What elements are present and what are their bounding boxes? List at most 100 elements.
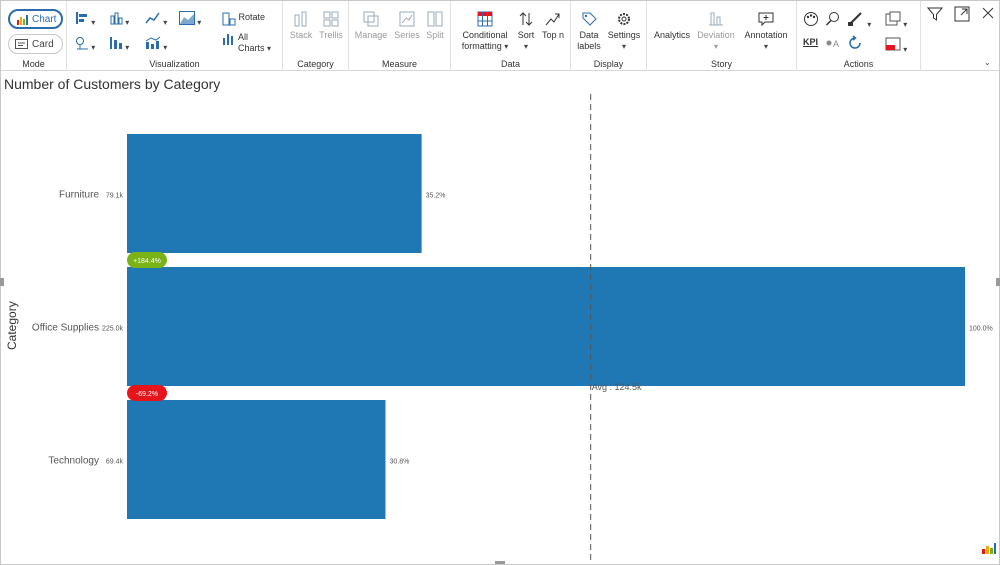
sort-label: Sort [517,30,535,40]
line-chart-type-button[interactable]: ▾ [145,11,167,28]
ribbon-toolbar: Chart Card Mode ▾ ▾ ▾ ▾ ▾ ▾ ▾ Rotate All… [1,1,999,71]
deviation-icon [709,12,723,26]
actions-group-label: Actions [843,59,874,69]
trellis-button[interactable]: Trellis [317,11,345,41]
rotate-button[interactable]: Rotate [222,12,265,29]
palette-icon [804,12,818,26]
line-chart-icon [145,12,160,24]
brush-button[interactable]: ▾ [847,11,871,30]
close-icon [982,7,994,19]
area-chart-type-button[interactable]: ▾ [179,11,201,28]
annotation-label: Annotation [744,30,788,40]
brush-icon [848,12,862,26]
chevron-down-icon: ▾ [763,42,768,51]
chevron-down-icon: ▾ [89,18,96,27]
pdf-icon [885,37,901,51]
series-button[interactable]: Series [393,11,421,41]
category-tick-label: Furniture [59,190,99,201]
refresh-button[interactable] [847,35,863,54]
chevron-down-icon: ▾ [195,18,202,27]
story-group-label: Story [710,59,732,69]
chevron-down-icon: ▾ [523,42,528,51]
top-n-label: Top n [541,30,565,40]
average-label: Avg : 124.5k [592,382,642,392]
bar-office-supplies [127,267,965,386]
value-label: 79.1k [106,193,124,200]
story-group: Analytics Deviation ▾ Annotation ▾ Story [647,1,797,71]
chevron-down-icon: ⌄ [984,58,991,67]
manage-button[interactable]: Manage [353,11,389,41]
conditional-formatting-button[interactable]: Conditional formatting ▾ [455,11,515,52]
resize-handle-bottom[interactable] [495,561,505,564]
map-chart-type-button[interactable]: ▾ [75,36,95,53]
brand-logo [982,541,996,559]
combo-chart-icon [145,36,161,49]
export-button[interactable]: ▾ [885,11,907,30]
bar-furniture [127,134,422,253]
series-icon [399,11,415,27]
chart-mode-label: Chart [32,13,57,25]
measure-group-label: Measure [381,59,417,69]
stacked-chart-type-button[interactable]: ▾ [109,36,129,53]
series-label: Series [394,30,420,40]
percent-label: 30.8% [389,459,409,466]
expand-button[interactable] [954,6,970,25]
sort-icon [519,12,533,26]
split-button[interactable]: Split [423,11,447,41]
data-labels-button[interactable]: Data labels [575,11,603,52]
card-icon [15,39,28,49]
export-icon [885,11,901,26]
rotate-label: Rotate [238,12,266,22]
actions-group: ▾ KPI A ▾ ▾ Actions [797,1,921,71]
sort-button[interactable]: Sort ▾ [515,11,537,52]
chevron-down-icon: ▾ [161,18,168,27]
filter-button[interactable] [926,6,944,25]
card-mode-label: Card [32,38,54,50]
annotation-button[interactable]: Annotation ▾ [741,11,791,52]
category-tick-label: Technology [48,456,99,467]
deviation-button[interactable]: Deviation ▾ [695,11,737,52]
pdf-export-button[interactable]: ▾ [885,36,907,55]
chevron-down-icon: ▾ [89,43,96,52]
kpi-button[interactable]: KPI [803,37,818,48]
split-label: Split [426,30,444,40]
conditional-label-1: Conditional [462,30,508,40]
top-n-button[interactable]: Top n [539,11,567,41]
combo-chart-type-button[interactable]: ▾ [145,36,167,53]
column-chart-type-button[interactable]: ▾ [109,11,129,28]
measure-group: Manage Series Split Measure [349,1,451,71]
card-mode-button[interactable]: Card [8,34,63,54]
category-tick-label: Office Supplies [32,323,99,334]
chevron-down-icon: ▾ [504,42,509,51]
stacked-column-icon [110,37,122,49]
search-button[interactable] [825,11,841,30]
analytics-button[interactable]: Analytics [651,11,693,41]
top-n-icon [545,13,560,26]
bar-chart: Furniture 79.1k 35.2% Office Supplies 225.0k… [32,94,993,560]
collapse-ribbon-button[interactable]: ⌄ [984,57,991,68]
data-labels-label-2: labels [577,41,601,51]
analytics-icon [664,11,680,27]
deviation-label: Deviation [697,30,735,40]
bar-chart-type-button[interactable]: ▾ [75,11,95,28]
trellis-icon [323,11,339,27]
value-label: 225.0k [102,326,124,333]
resize-handle-right[interactable] [996,278,1000,286]
stack-icon [294,11,307,27]
svg-text:A: A [833,39,839,49]
close-button[interactable] [981,6,995,23]
bar-chart-icon [17,15,28,25]
chart-mode-button[interactable]: Chart [8,9,63,29]
visualization-group-label: Visualization [149,59,200,69]
palette-button[interactable] [803,11,819,30]
settings-button[interactable]: Settings ▾ [605,11,643,52]
area-chart-icon [179,11,195,25]
stack-button[interactable]: Stack [288,11,314,41]
visualization-group: ▾ ▾ ▾ ▾ ▾ ▾ ▾ Rotate All Charts ▾ Visual… [67,1,283,71]
data-group: Conditional formatting ▾ Sort ▾ Top n Da… [451,1,571,71]
resize-handle-left[interactable] [0,278,4,286]
all-charts-button[interactable]: All Charts ▾ [222,32,271,54]
ai-button[interactable]: A [825,36,841,53]
category-group-label: Category [297,59,334,69]
mode-group: Chart Card Mode [1,1,67,71]
